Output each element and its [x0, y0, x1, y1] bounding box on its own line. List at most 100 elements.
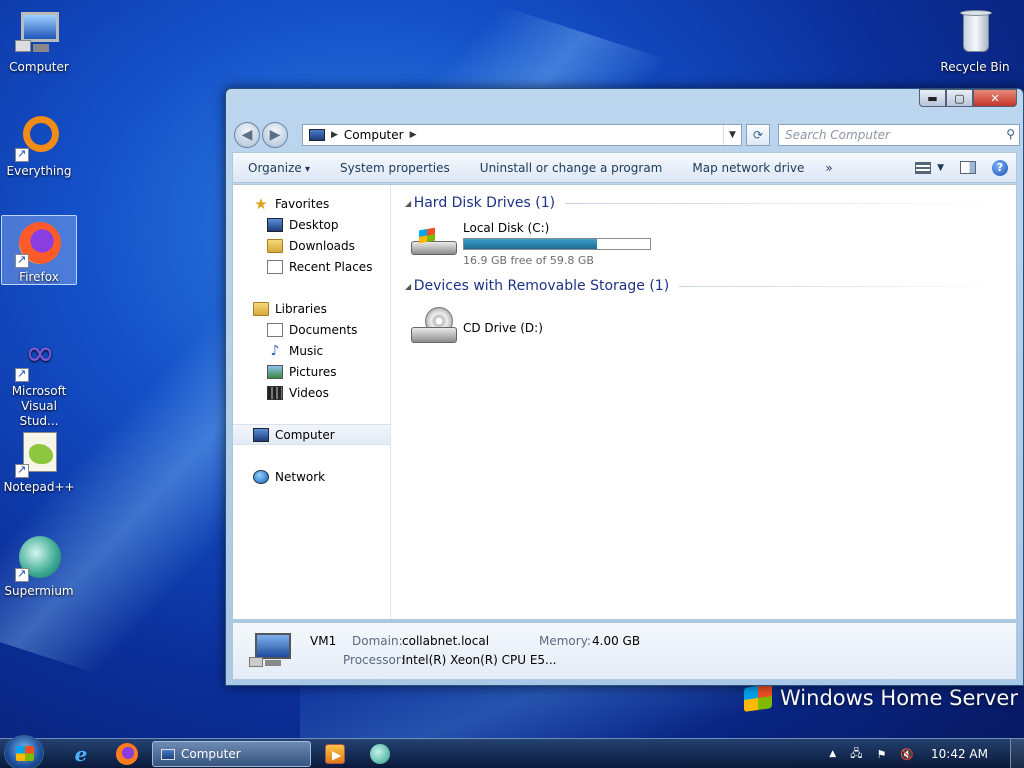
- drives-view: Hard Disk Drives (1) Local Disk (C:) 16.…: [391, 185, 1016, 619]
- desktop-icon-label-line1: Microsoft: [11, 384, 67, 398]
- desktop-icon-label: Everything: [6, 164, 72, 178]
- nav-desktop[interactable]: Desktop: [233, 214, 390, 235]
- organize-button[interactable]: Organize: [233, 161, 325, 175]
- nav-recent-places[interactable]: Recent Places: [233, 256, 390, 277]
- minimize-button[interactable]: ▬: [919, 89, 946, 107]
- volume-muted-icon[interactable]: 🔇: [900, 748, 914, 761]
- drive-local-disk-c[interactable]: Local Disk (C:) 16.9 GB free of 59.8 GB: [411, 221, 651, 267]
- desktop-icon-computer[interactable]: Computer: [1, 6, 77, 76]
- desktop-icon-label: Recycle Bin: [940, 60, 1010, 74]
- documents-icon: [267, 322, 283, 337]
- nav-label: Desktop: [289, 217, 339, 232]
- drive-usage-fill: [464, 239, 598, 249]
- nav-label: Downloads: [289, 238, 355, 253]
- group-title: Devices with Removable Storage (1): [405, 278, 669, 294]
- hard-drive-icon: [411, 227, 457, 257]
- everything-icon: [15, 114, 63, 162]
- details-pane: VM1 Domain: collabnet.local Memory: 4.00…: [232, 622, 1017, 680]
- more-commands-button[interactable]: »: [819, 161, 847, 175]
- view-list-icon: [915, 161, 932, 174]
- desktop-icon-recycle-bin[interactable]: Recycle Bin: [937, 6, 1013, 76]
- desktop-icon-label-line2: Visual Stud...: [19, 399, 59, 428]
- domain-value: collabnet.local: [402, 634, 490, 648]
- breadcrumb-separator[interactable]: ▶: [410, 130, 417, 140]
- desktop-icon-visual-studio[interactable]: ∞ Microsoft Visual Stud...: [1, 330, 77, 429]
- network-globe-icon: [253, 469, 269, 484]
- nav-libraries[interactable]: Libraries: [233, 298, 390, 319]
- close-button[interactable]: ✕: [973, 89, 1017, 107]
- group-title: Hard Disk Drives (1): [405, 195, 555, 211]
- processor-label: Processor:: [343, 653, 405, 667]
- view-dropdown-arrow[interactable]: ▼: [937, 163, 944, 173]
- drive-name: CD Drive (D:): [463, 321, 543, 335]
- network-tray-icon[interactable]: 🖧: [850, 745, 862, 764]
- uninstall-program-button[interactable]: Uninstall or change a program: [465, 161, 678, 175]
- music-note-icon: ♪: [270, 342, 280, 359]
- help-icon[interactable]: ?: [992, 159, 1008, 176]
- downloads-folder-icon: [267, 238, 283, 253]
- nav-label: Network: [275, 469, 326, 484]
- nav-music[interactable]: ♪ Music: [233, 340, 390, 361]
- visual-studio-icon: ∞: [15, 334, 63, 382]
- system-tray: ▲ 🖧 ⚑ 🔇 10:42 AM: [822, 739, 1024, 768]
- shortcut-arrow-icon: [15, 366, 29, 382]
- change-view-button[interactable]: ▼: [915, 161, 944, 174]
- map-network-drive-button[interactable]: Map network drive: [677, 161, 819, 175]
- desktop-icon-supermium[interactable]: Supermium: [1, 530, 77, 600]
- nav-network[interactable]: Network: [233, 466, 390, 487]
- refresh-button[interactable]: ⟳: [746, 124, 770, 146]
- film-strip-icon: [267, 385, 283, 400]
- address-dropdown-button[interactable]: ▼: [723, 125, 741, 145]
- taskbar: e Computer ▲ 🖧 ⚑ 🔇 10:42 AM: [0, 735, 1024, 768]
- window-controls: ▬ ▢ ✕: [919, 89, 1017, 107]
- group-removable-storage[interactable]: Devices with Removable Storage (1): [405, 278, 1009, 294]
- pictures-icon: [267, 364, 283, 379]
- nav-label: Recent Places: [289, 259, 373, 274]
- nav-favorites[interactable]: ★ Favorites: [233, 193, 390, 214]
- group-hard-disk-drives[interactable]: Hard Disk Drives (1): [405, 195, 1009, 211]
- windows-logo-icon: [744, 684, 772, 712]
- breadcrumb-computer[interactable]: Computer: [344, 128, 404, 142]
- action-center-flag-icon[interactable]: ⚑: [876, 748, 886, 761]
- explorer-window: ▬ ▢ ✕ ◀ ▶ ▶ Computer ▶ ▼ ⟳ Search Comput…: [225, 88, 1024, 686]
- nav-label: Libraries: [275, 301, 327, 316]
- media-player-icon[interactable]: [325, 744, 345, 764]
- supermium-icon: [15, 534, 63, 582]
- clock[interactable]: 10:42 AM: [931, 747, 988, 761]
- desktop-icon-label: Notepad++: [3, 480, 75, 494]
- desktop-icon-firefox[interactable]: Firefox: [1, 215, 77, 285]
- nav-pictures[interactable]: Pictures: [233, 361, 390, 382]
- firefox-taskbar-icon[interactable]: [116, 743, 138, 765]
- nav-computer[interactable]: Computer: [233, 424, 390, 445]
- nav-downloads[interactable]: Downloads: [233, 235, 390, 256]
- view-controls: ▼ ?: [915, 159, 1016, 176]
- nav-documents[interactable]: Documents: [233, 319, 390, 340]
- desktop-icon-notepadpp[interactable]: Notepad++: [1, 426, 77, 496]
- memory-label: Memory:: [539, 634, 591, 648]
- forward-button[interactable]: ▶: [262, 122, 288, 148]
- search-input[interactable]: Search Computer ⚲: [778, 124, 1020, 146]
- maximize-button[interactable]: ▢: [946, 89, 973, 107]
- libraries-icon: [253, 301, 269, 316]
- breadcrumb-separator[interactable]: ▶: [331, 130, 338, 140]
- address-bar[interactable]: ▶ Computer ▶ ▼: [302, 124, 742, 146]
- search-icon[interactable]: ⚲: [1006, 127, 1015, 141]
- drive-usage-bar: [463, 238, 651, 250]
- drive-cd-d[interactable]: CD Drive (D:): [411, 307, 543, 347]
- taskbar-button-label: Computer: [181, 747, 241, 761]
- back-button[interactable]: ◀: [234, 122, 260, 148]
- nav-label: Favorites: [275, 196, 330, 211]
- internet-explorer-icon[interactable]: e: [70, 743, 92, 765]
- system-properties-button[interactable]: System properties: [325, 161, 465, 175]
- supermium-taskbar-icon[interactable]: [370, 744, 390, 764]
- desktop-icon-label: Firefox: [19, 270, 59, 284]
- star-icon: ★: [254, 194, 268, 213]
- show-hidden-icons-button[interactable]: ▲: [829, 749, 836, 759]
- show-desktop-button[interactable]: [1010, 739, 1024, 768]
- taskbar-button-computer[interactable]: Computer: [152, 741, 311, 767]
- desktop-icon-everything[interactable]: Everything: [1, 110, 77, 180]
- preview-pane-icon[interactable]: [960, 161, 976, 174]
- nav-videos[interactable]: Videos: [233, 382, 390, 403]
- shortcut-arrow-icon: [15, 146, 29, 162]
- start-button[interactable]: [4, 735, 44, 768]
